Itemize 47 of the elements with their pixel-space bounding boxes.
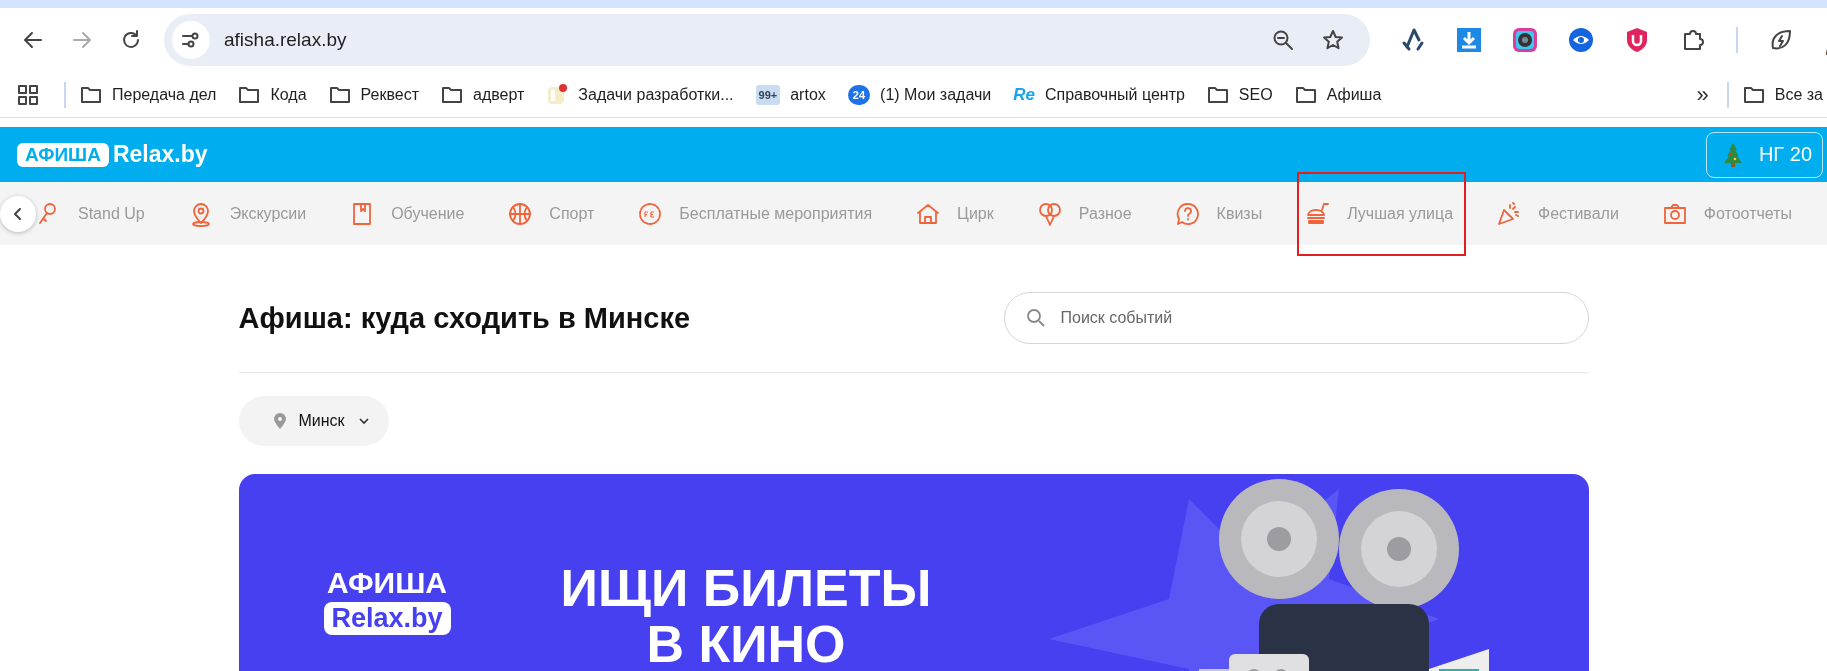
- bookmark[interactable]: Re Справочный центр: [1013, 84, 1185, 105]
- question-icon: [1174, 200, 1201, 227]
- bookmark[interactable]: Кода: [238, 83, 307, 106]
- bookmark[interactable]: Задачи разработки...: [546, 83, 734, 106]
- bookmark[interactable]: Передача дел: [80, 83, 217, 106]
- all-bookmarks-folder[interactable]: Все за: [1742, 83, 1823, 106]
- sliders-icon: [181, 30, 201, 50]
- banner-logo-badge: Relax.by: [323, 602, 451, 635]
- city-selector[interactable]: Минск: [238, 396, 389, 446]
- apps-grid-icon[interactable]: [18, 84, 38, 105]
- brand-logo: Re: [1013, 84, 1035, 105]
- ball-icon: [507, 200, 534, 227]
- compass-icon[interactable]: [1400, 27, 1426, 53]
- lens-icon[interactable]: [1512, 27, 1538, 53]
- bookmark[interactable]: Афиша: [1294, 83, 1382, 106]
- page-title: Афиша: куда сходить в Минске: [238, 301, 691, 335]
- site-info-button[interactable]: [172, 21, 210, 59]
- free-badge-icon: [637, 200, 664, 227]
- more-bookmarks-button[interactable]: »: [1696, 81, 1709, 108]
- scroll-left-button[interactable]: [0, 196, 36, 232]
- location-pin-icon: [272, 412, 287, 430]
- banner-headline: В КИНО: [646, 616, 846, 671]
- counter-icon: 99+: [755, 84, 781, 105]
- eye-icon[interactable]: [1568, 27, 1594, 53]
- star-icon[interactable]: [1322, 29, 1344, 51]
- back-icon[interactable]: [22, 29, 44, 51]
- burger-icon: [1305, 200, 1332, 227]
- bookmark[interactable]: Реквест: [328, 83, 419, 106]
- address-bar[interactable]: afisha.relax.by: [164, 14, 1370, 66]
- bookmark[interactable]: адверт: [441, 83, 525, 106]
- shield-icon[interactable]: [1624, 27, 1650, 53]
- banner-headline: ИЩИ БИЛЕТЫ: [560, 560, 932, 616]
- reload-icon[interactable]: [120, 29, 142, 51]
- promo-banner[interactable]: АФИША Relax.by ИЩИ БИЛЕТЫ В КИНО: [238, 474, 1589, 671]
- bookmark[interactable]: SEO: [1206, 83, 1273, 106]
- search-field[interactable]: Поиск событий: [1003, 292, 1589, 344]
- bookmark[interactable]: 24 (1) Мои задачи: [847, 84, 992, 105]
- tasks-icon: [546, 83, 569, 106]
- cloud-icon: 24: [847, 84, 871, 105]
- zoom-out-icon[interactable]: [1272, 29, 1294, 51]
- bookmark[interactable]: 99+ artox: [755, 84, 826, 105]
- balloons-icon: [1036, 200, 1063, 227]
- url-text: afisha.relax.by: [224, 29, 347, 51]
- banner-logo-text: АФИША: [327, 566, 447, 600]
- download-icon[interactable]: [1456, 27, 1482, 53]
- search-icon: [1025, 308, 1046, 328]
- tree-icon: [1722, 141, 1743, 168]
